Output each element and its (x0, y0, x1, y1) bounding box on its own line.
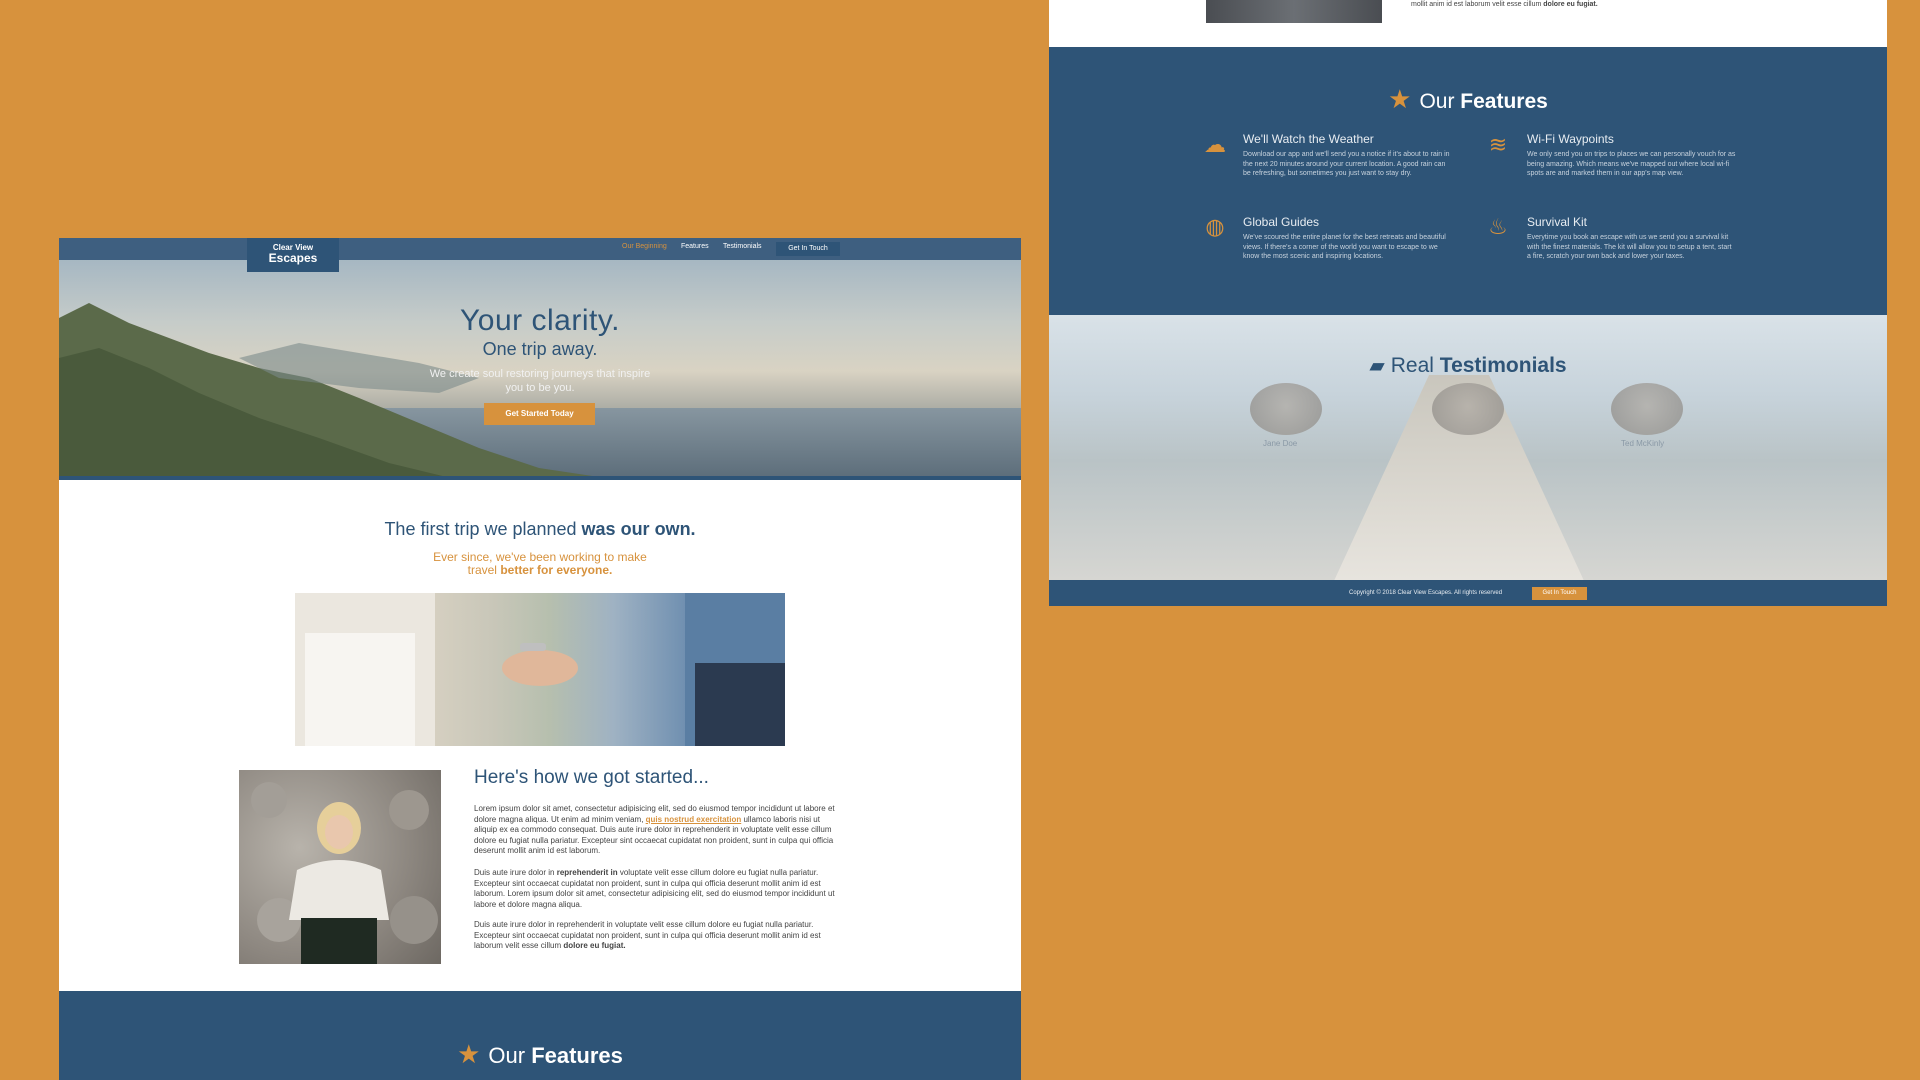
cloud-rain-icon: ☁ (1204, 132, 1226, 157)
globe-icon: ◍ (1205, 214, 1225, 239)
testimonial-name-3: Ted McKinly (1621, 439, 1665, 448)
copyright-text: Copyright © 2018 Clear View Escapes. All… (1349, 590, 1503, 596)
story-title: Here's how we got started... (474, 767, 709, 788)
feature-text-survival: Everytime you book an escape with us we … (1527, 234, 1732, 260)
site-preview-left: Clear View Escapes Our Beginning Feature… (59, 238, 1021, 1080)
portrait-photo-cropped (1206, 0, 1382, 23)
story-subheading: Ever since, we've been working to make t… (430, 551, 650, 577)
footer: Copyright © 2018 Clear View Escapes. All… (1049, 580, 1887, 606)
feature-title-wifi: Wi-Fi Waypoints (1527, 132, 1614, 146)
hero-section: Clear View Escapes Our Beginning Feature… (59, 238, 1021, 480)
features-section-preview: ★ Our Features (59, 991, 1021, 1080)
get-started-button[interactable]: Get Started Today (484, 403, 595, 425)
story-snippet-text: mollit anim id est laborum velit esse ci… (1411, 0, 1791, 9)
story-heading-bold: was our own. (581, 519, 696, 539)
story-p1-link[interactable]: quis nostrud exercitation (646, 815, 742, 824)
star-icon: ★ (1388, 84, 1412, 114)
holding-hands-photo (295, 593, 785, 746)
testimonial-name-1: Jane Doe (1263, 439, 1298, 448)
feature-text-weather: Download our app and we'll send you a no… (1243, 151, 1450, 177)
testimonials-section: ▰ Real Testimonials Jane Doe Ted McKinly (1049, 315, 1887, 580)
star-icon: ★ (457, 1039, 481, 1069)
feature-title-survival: Survival Kit (1527, 215, 1588, 229)
hero-subtitle: One trip away. (482, 339, 598, 359)
story-heading-plain: The first trip we planned (384, 519, 582, 539)
holding-hands-illustration (295, 593, 785, 746)
story-heading: The first trip we planned was our own. (59, 519, 1021, 540)
story-p3-text-a: Duis aute irure dolor in reprehenderit i… (474, 920, 821, 950)
story-paragraph-3: Duis aute irure dolor in reprehenderit i… (474, 920, 844, 952)
hero-title: Your clarity. (460, 304, 620, 337)
nav-testimonials[interactable]: Testimonials (723, 243, 762, 250)
testimonials-title-bold: Testimonials (1439, 354, 1567, 377)
story-p2-bold: reprehenderit in (556, 868, 618, 877)
story-section-snippet: mollit anim id est laborum velit esse ci… (1049, 0, 1887, 47)
footer-get-in-touch-button[interactable]: Get In Touch (1532, 587, 1587, 600)
features-title-plain: Our (488, 1043, 532, 1068)
chat-bubble-icon: ▰ (1369, 355, 1385, 377)
features-section-title-plain: Our (1419, 90, 1461, 113)
brand-logo-line2: Escapes (268, 251, 318, 265)
nav-get-in-touch-button[interactable]: Get In Touch (776, 242, 840, 256)
feature-text-guides: We've scoured the entire planet for the … (1243, 234, 1446, 260)
hero-bottom-border (59, 476, 1021, 480)
founder-portrait-photo (239, 770, 441, 964)
features-section-title: ★ Our Features (1049, 84, 1887, 115)
site-preview-right: mollit anim id est laborum velit esse ci… (1049, 0, 1887, 606)
founder-portrait-illustration (251, 782, 438, 964)
testimonial-avatar-2 (1432, 383, 1504, 435)
story-p2-text-a: Duis aute irure dolor in (474, 868, 557, 877)
feature-title-guides: Global Guides (1243, 215, 1320, 229)
nav-features[interactable]: Features (681, 243, 709, 250)
testimonial-avatar-1 (1250, 383, 1322, 435)
features-section: ★ Our Features ☁ We'll Watch the Weather … (1049, 47, 1887, 315)
feature-text-wifi: We only send you on trips to places we c… (1527, 151, 1736, 177)
features-section-title-bold: Features (1460, 90, 1548, 113)
story-paragraph-1: Lorem ipsum dolor sit amet, consectetur … (474, 804, 844, 857)
nav-our-beginning[interactable]: Our Beginning (622, 243, 667, 250)
wifi-icon: ≋ (1488, 132, 1508, 157)
testimonial-avatar-3 (1611, 383, 1683, 435)
testimonials-title: ▰ Real Testimonials (1049, 353, 1887, 378)
story-p3-bold: dolore eu fugiat. (563, 941, 626, 950)
hero-description: We create soul restoring journeys that i… (429, 368, 651, 394)
story-snippet-bold: dolore eu fugiat. (1543, 1, 1598, 8)
testimonials-title-plain: Real (1390, 354, 1440, 377)
navbar (59, 238, 1021, 260)
fire-icon: ♨ (1488, 214, 1508, 239)
feature-title-weather: We'll Watch the Weather (1243, 132, 1374, 146)
brand-logo[interactable]: Clear View Escapes (247, 238, 339, 272)
story-snippet-text-a: mollit anim id est laborum velit esse ci… (1411, 1, 1544, 8)
story-paragraph-2: Duis aute irure dolor in reprehenderit i… (474, 868, 844, 910)
features-title: ★ Our Features (59, 1039, 1021, 1070)
features-title-bold: Features (531, 1043, 623, 1068)
story-subheading-bold: better for everyone. (500, 563, 613, 577)
